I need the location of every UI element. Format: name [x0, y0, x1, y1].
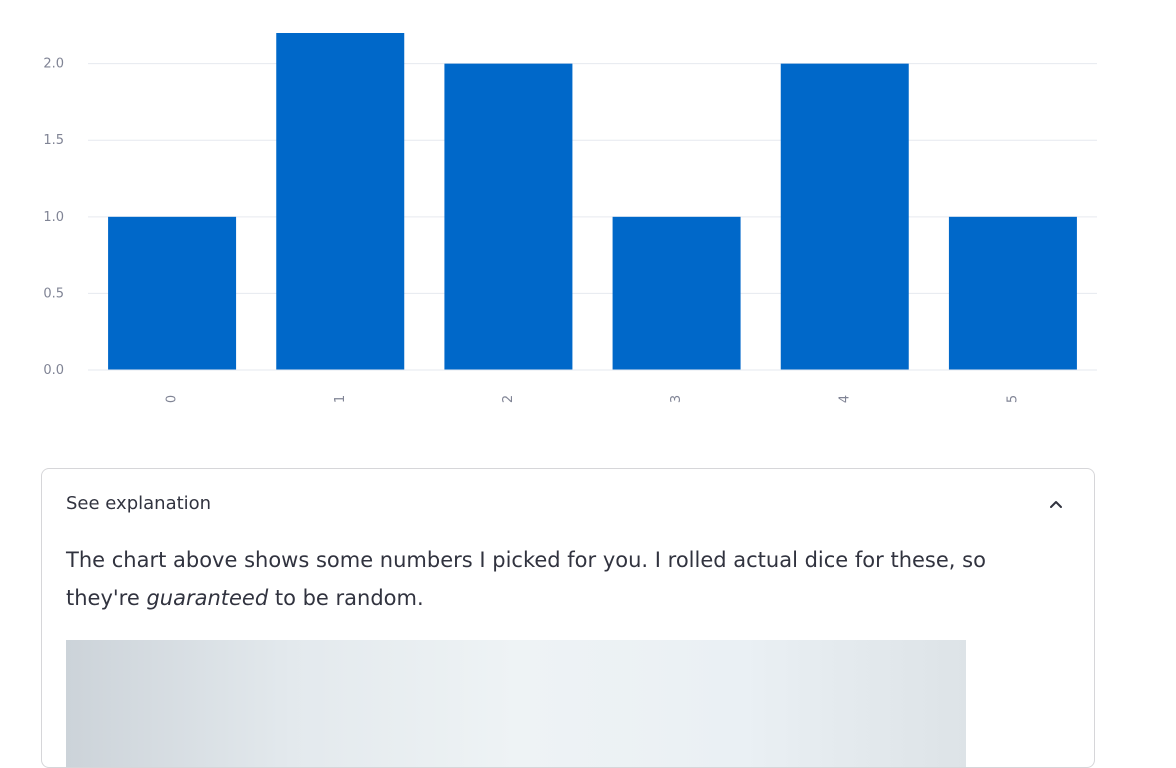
- bar-chart: 0.0 0.5 1.0 1.5 2.0 0 1 2 3 4 5: [0, 0, 1176, 440]
- dice-image: [66, 640, 966, 767]
- chevron-up-icon[interactable]: [1048, 496, 1064, 512]
- x-tick-label: 2: [501, 395, 516, 403]
- y-tick-label: 2.0: [43, 57, 64, 72]
- explanation-emphasis: guaranteed: [146, 586, 269, 610]
- explanation-text-end: to be random.: [268, 586, 424, 610]
- y-tick-label: 1.0: [43, 210, 64, 225]
- expander-title: See explanation: [66, 493, 212, 514]
- explanation-text: The chart above shows some numbers I pic…: [66, 541, 1066, 617]
- bar[interactable]: [108, 216, 237, 370]
- x-tick-label: 3: [669, 395, 684, 403]
- bar[interactable]: [780, 63, 909, 371]
- bar[interactable]: [444, 63, 573, 371]
- y-tick-label: 0.0: [43, 363, 64, 378]
- expander-header[interactable]: See explanation: [42, 469, 1094, 539]
- x-tick-label: 4: [837, 395, 852, 403]
- x-tick-label: 0: [165, 395, 180, 403]
- bar[interactable]: [276, 33, 405, 370]
- x-tick-label: 1: [333, 395, 348, 403]
- bar[interactable]: [612, 216, 741, 370]
- y-tick-label: 1.5: [43, 133, 64, 148]
- chart-svg: 0.0 0.5 1.0 1.5 2.0 0 1 2 3 4 5: [43, 33, 1097, 403]
- y-tick-label: 0.5: [43, 286, 64, 301]
- bar[interactable]: [948, 216, 1077, 370]
- explanation-expander: See explanation The chart above shows so…: [41, 468, 1095, 768]
- x-tick-label: 5: [1005, 395, 1020, 403]
